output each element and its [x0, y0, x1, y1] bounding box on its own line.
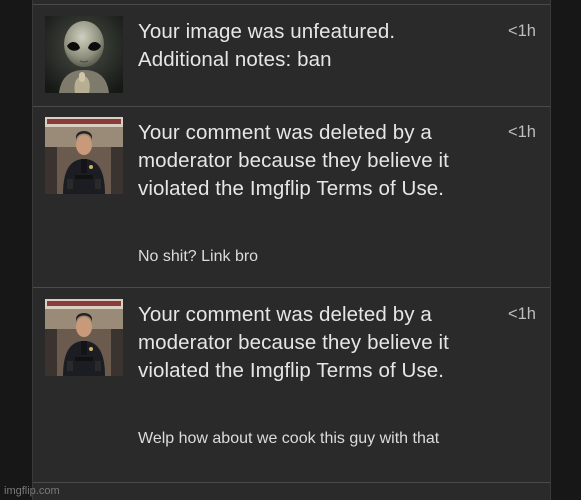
notifications-panel: Your image was unfeatured. Additional no…	[32, 0, 551, 500]
notification-item[interactable]: Your image was unfeatured. Additional no…	[33, 4, 550, 107]
notification-message: Your comment was deleted by a moderator …	[138, 303, 449, 382]
alien-thumbnail[interactable]	[45, 16, 123, 93]
notification-message: Your comment was deleted by a moderator …	[138, 121, 449, 200]
screenshot-frame: Your image was unfeatured. Additional no…	[0, 0, 581, 500]
notification-item[interactable]: Your comment was deleted by a moderator …	[33, 288, 550, 483]
notification-time: <1h	[508, 22, 536, 40]
notification-message: Your image was unfeatured. Additional no…	[138, 20, 396, 71]
police-officer-thumbnail[interactable]	[45, 299, 123, 376]
deleted-comment-text: No shit? Link bro	[138, 248, 259, 265]
alien-icon	[45, 16, 123, 93]
police-officer-icon	[45, 299, 123, 376]
police-officer-thumbnail[interactable]	[45, 117, 123, 194]
notification-time: <1h	[508, 305, 536, 323]
imgflip-watermark: imgflip.com	[4, 485, 60, 497]
police-officer-icon	[45, 117, 123, 194]
notification-item[interactable]: Your comment was deleted by a moderator …	[33, 106, 550, 288]
notification-time: <1h	[508, 123, 536, 141]
deleted-comment-text: Welp how about we cook this guy with tha…	[138, 430, 440, 447]
